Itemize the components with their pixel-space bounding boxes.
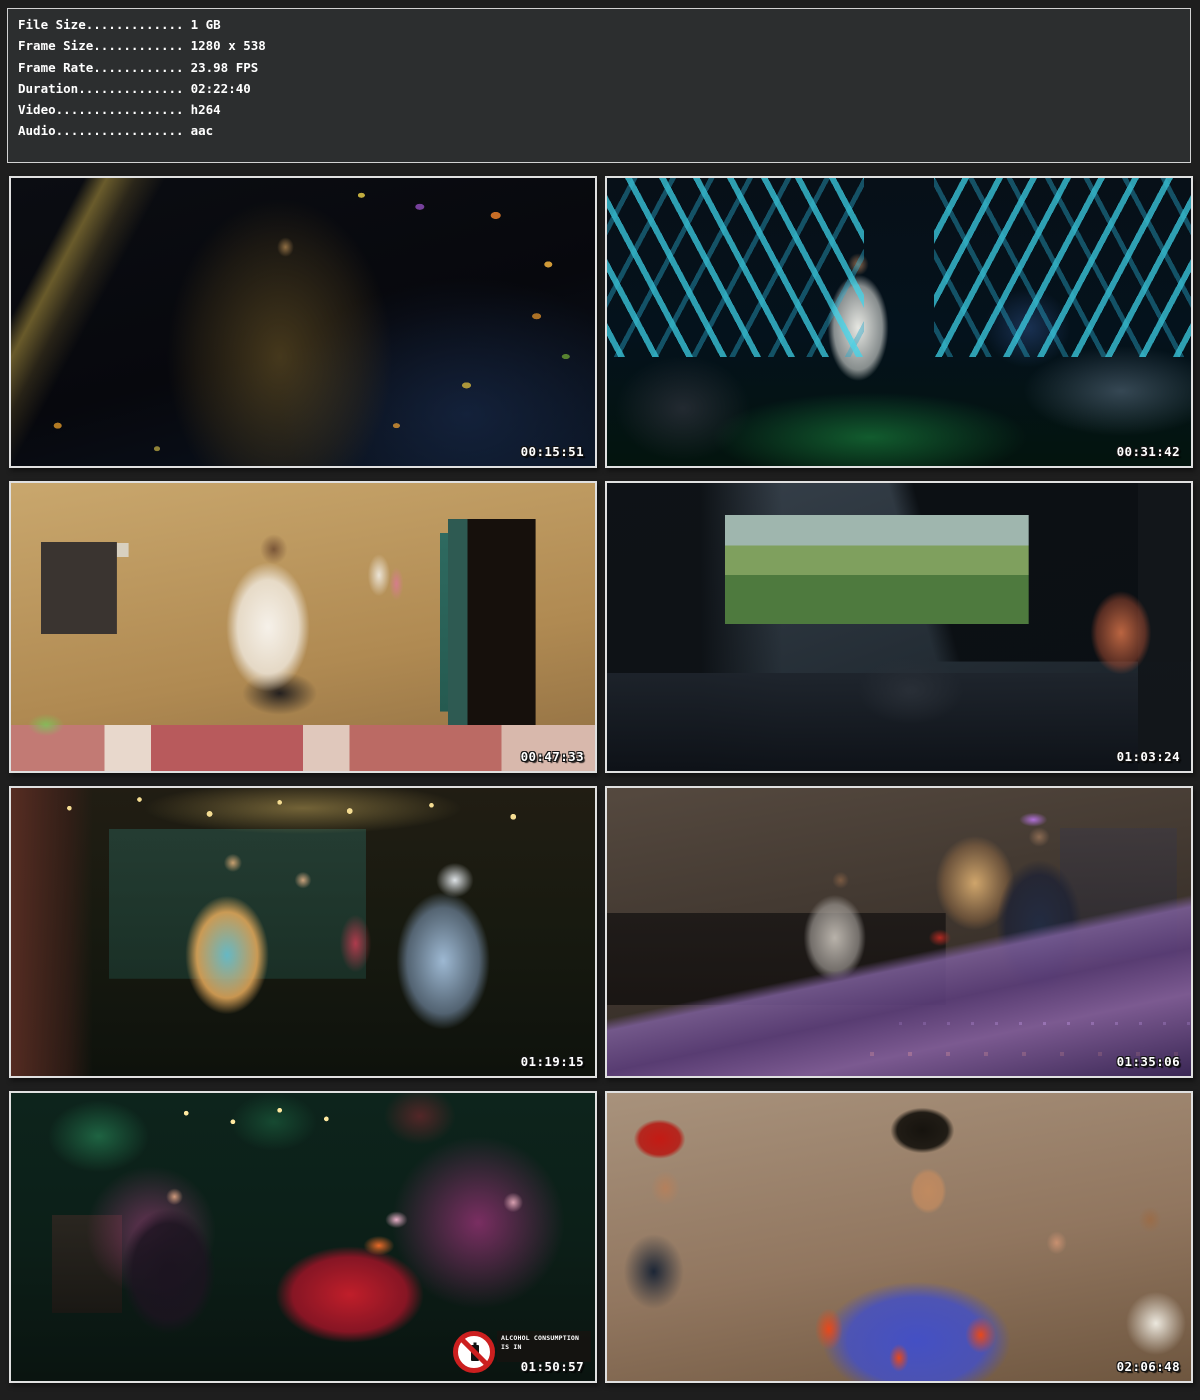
alcohol-warning-text: ALCOHOL CONSUMPTION IS IN: [497, 1331, 591, 1362]
info-label: File Size: [18, 17, 86, 32]
info-label: Frame Size: [18, 38, 93, 53]
video-thumbnail-4: 01:03:24: [605, 481, 1193, 773]
info-dots: ............: [93, 60, 183, 75]
info-dots: .................: [56, 123, 184, 138]
timestamp-overlay: 01:35:06: [1117, 1054, 1180, 1069]
video-thumbnail-8: 02:06:48: [605, 1091, 1193, 1383]
no-alcohol-icon: [453, 1331, 495, 1373]
info-label: Audio: [18, 123, 56, 138]
info-value: h264: [191, 102, 221, 117]
video-thumbnail-2: 00:31:42: [605, 176, 1193, 468]
timestamp-overlay: 01:50:57: [521, 1359, 584, 1374]
video-thumbnail-1: 00:15:51: [9, 176, 597, 468]
video-thumbnail-3: 00:47:33: [9, 481, 597, 773]
info-label: Frame Rate: [18, 60, 93, 75]
info-label: Duration: [18, 81, 78, 96]
info-line-video: Video................. h264: [18, 99, 1190, 120]
info-value: 02:22:40: [191, 81, 251, 96]
timestamp-overlay: 00:15:51: [521, 444, 584, 459]
info-line-file-size: File Size............. 1 GB: [18, 14, 1190, 35]
info-dots: ............: [93, 38, 183, 53]
video-thumbnail-7: ALCOHOL CONSUMPTION IS IN 01:50:57: [9, 1091, 597, 1383]
timestamp-overlay: 02:06:48: [1117, 1359, 1180, 1374]
thumbnail-grid: 00:15:51 00:31:42 00:47:33 01:03:24 01:1…: [9, 176, 1193, 1383]
info-line-frame-rate: Frame Rate............ 23.98 FPS: [18, 57, 1190, 78]
timestamp-overlay: 01:19:15: [521, 1054, 584, 1069]
info-value: 1 GB: [191, 17, 221, 32]
media-info-panel: File Size............. 1 GB Frame Size...…: [7, 8, 1191, 163]
info-value: 23.98 FPS: [191, 60, 259, 75]
video-thumbnail-6: 01:35:06: [605, 786, 1193, 1078]
info-line-duration: Duration.............. 02:22:40: [18, 78, 1190, 99]
info-dots: ..............: [78, 81, 183, 96]
info-label: Video: [18, 102, 56, 117]
info-value: aac: [191, 123, 214, 138]
info-line-audio: Audio................. aac: [18, 120, 1190, 141]
timestamp-overlay: 01:03:24: [1117, 749, 1180, 764]
info-dots: .............: [86, 17, 184, 32]
info-value: 1280 x 538: [191, 38, 266, 53]
info-dots: .................: [56, 102, 184, 117]
timestamp-overlay: 00:31:42: [1117, 444, 1180, 459]
video-thumbnail-5: 01:19:15: [9, 786, 597, 1078]
media-info-sheet: { "info_panel": { "rows": [ {"label": "F…: [0, 0, 1200, 1400]
info-line-frame-size: Frame Size............ 1280 x 538: [18, 35, 1190, 56]
timestamp-overlay: 00:47:33: [521, 749, 584, 764]
